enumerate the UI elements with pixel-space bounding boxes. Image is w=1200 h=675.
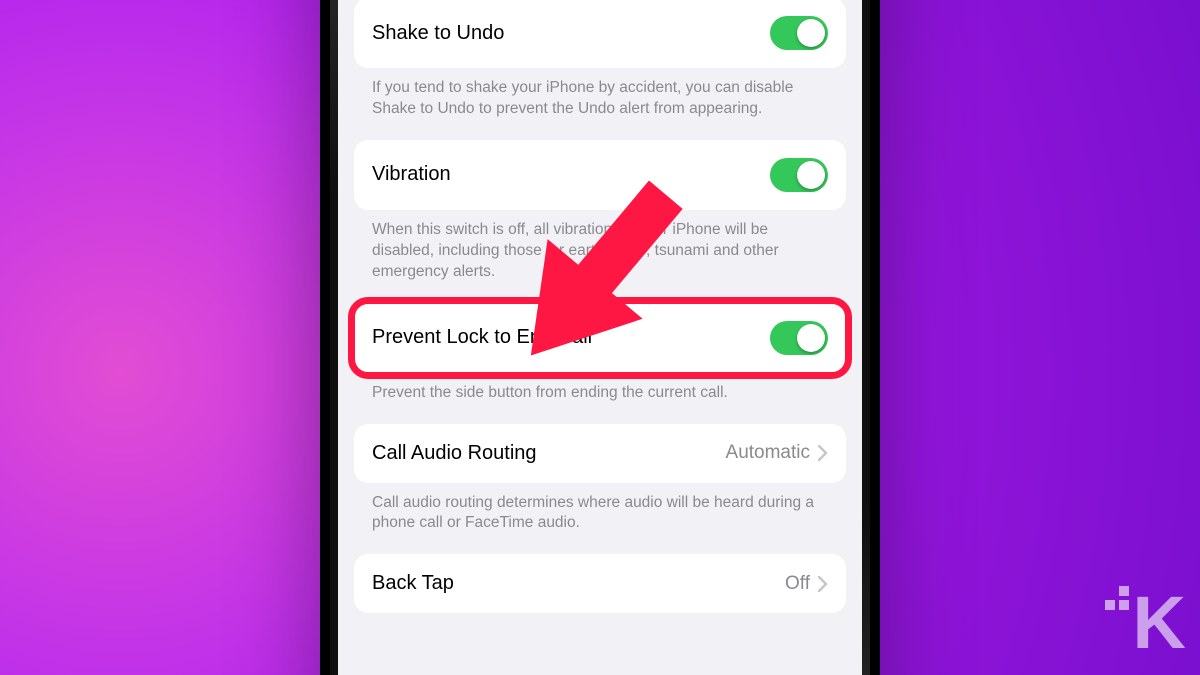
row-value: Off	[785, 573, 828, 595]
toggle-knob	[797, 324, 825, 352]
row-label: Shake to Undo	[372, 22, 504, 45]
chevron-right-icon	[818, 445, 828, 461]
toggle-vibration[interactable]	[770, 158, 828, 192]
chevron-right-icon	[818, 576, 828, 592]
watermark-letter: K	[1133, 581, 1182, 664]
row-label: Call Audio Routing	[372, 442, 537, 465]
row-label: Back Tap	[372, 572, 454, 595]
toggle-knob	[797, 19, 825, 47]
row-footer: If you tend to shake your iPhone by acci…	[354, 68, 846, 140]
row-back-tap[interactable]: Back Tap Off	[354, 554, 846, 613]
phone-screen: Shake to Undo If you tend to shake your …	[338, 0, 862, 675]
row-value-text: Automatic	[726, 442, 810, 464]
row-shake-to-undo[interactable]: Shake to Undo	[354, 0, 846, 68]
row-footer: When this switch is off, all vibration o…	[354, 210, 846, 303]
row-value-text: Off	[785, 573, 810, 595]
row-prevent-lock-to-end-call[interactable]: Prevent Lock to End Call	[354, 303, 846, 373]
row-vibration[interactable]: Vibration	[354, 140, 846, 210]
row-label: Vibration	[372, 163, 451, 186]
row-value: Automatic	[726, 442, 828, 464]
row-footer: Call audio routing determines where audi…	[354, 483, 846, 555]
phone-bezel: Shake to Undo If you tend to shake your …	[330, 0, 870, 675]
toggle-knob	[797, 161, 825, 189]
phone-frame: Shake to Undo If you tend to shake your …	[320, 0, 880, 675]
toggle-prevent-lock-to-end-call[interactable]	[770, 321, 828, 355]
watermark-logo: K	[1133, 580, 1182, 665]
watermark-dots-icon	[1105, 586, 1135, 616]
settings-list: Shake to Undo If you tend to shake your …	[338, 0, 862, 653]
toggle-shake-to-undo[interactable]	[770, 16, 828, 50]
row-footer: Prevent the side button from ending the …	[354, 373, 846, 424]
row-call-audio-routing[interactable]: Call Audio Routing Automatic	[354, 424, 846, 483]
row-highlight-wrapper: Prevent Lock to End Call	[354, 303, 846, 373]
row-label: Prevent Lock to End Call	[372, 326, 592, 349]
